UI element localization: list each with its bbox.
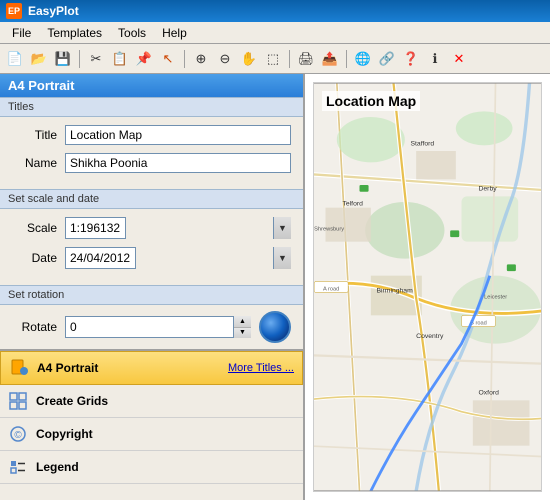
name-label: Name <box>12 156 57 170</box>
title-bar: EP EasyPlot <box>0 0 550 22</box>
name-row: Name <box>12 153 291 173</box>
menu-bar: File Templates Tools Help <box>0 22 550 44</box>
map-title: Location Map <box>322 91 420 111</box>
scale-label: Scale <box>12 221 57 235</box>
info-button[interactable]: ℹ <box>424 48 446 70</box>
copyright-label: Copyright <box>36 427 295 441</box>
menu-help[interactable]: Help <box>154 24 195 42</box>
svg-text:A road: A road <box>323 286 339 292</box>
svg-text:Derby: Derby <box>479 186 498 193</box>
svg-text:Leicester: Leicester <box>484 294 507 300</box>
separator-3 <box>289 50 290 68</box>
more-titles-link[interactable]: More Titles ... <box>228 362 294 374</box>
date-wrapper: 24/04/2012 ▼ <box>65 247 291 269</box>
save-button[interactable]: 💾 <box>52 48 74 70</box>
separator-1 <box>79 50 80 68</box>
cut-button[interactable]: ✂ <box>85 48 107 70</box>
a4-portrait-label: A4 Portrait <box>37 361 228 375</box>
title-input[interactable] <box>65 125 291 145</box>
titles-form: Title Name <box>0 117 303 189</box>
date-select[interactable]: 24/04/2012 <box>65 247 136 269</box>
rotation-form: Rotate ▲ ▼ <box>0 305 303 349</box>
a4-portrait-icon <box>9 358 29 378</box>
title-label: Title <box>12 128 57 142</box>
rotate-wrapper: ▲ ▼ <box>65 316 251 338</box>
pan-button[interactable]: ✋ <box>238 48 260 70</box>
help-button[interactable]: ❓ <box>400 48 422 70</box>
rotate-input[interactable] <box>65 316 251 338</box>
scale-arrow-icon: ▼ <box>273 217 291 239</box>
bottom-list: A4 Portrait More Titles ... Create Grids <box>0 349 303 500</box>
left-panel: A4 Portrait Titles Title Name Set scale … <box>0 74 305 500</box>
paste-button[interactable]: 📌 <box>133 48 155 70</box>
list-item-a4-portrait[interactable]: A4 Portrait More Titles ... <box>0 351 303 385</box>
spin-buttons: ▲ ▼ <box>233 316 251 338</box>
separator-4 <box>346 50 347 68</box>
title-row: Title <box>12 125 291 145</box>
svg-text:Shrewsbury: Shrewsbury <box>314 226 344 232</box>
menu-tools[interactable]: Tools <box>110 24 154 42</box>
svg-text:Coventry: Coventry <box>416 333 444 340</box>
map-svg: A road B road Telford Stafford Derby Bir… <box>314 83 541 491</box>
scale-select[interactable]: 1:196132 <box>65 217 126 239</box>
main-layout: A4 Portrait Titles Title Name Set scale … <box>0 74 550 500</box>
scale-row: Scale 1:196132 ▼ <box>12 217 291 239</box>
legend-icon <box>8 457 28 477</box>
cursor-button[interactable]: ↖ <box>157 48 179 70</box>
svg-text:Stafford: Stafford <box>411 140 435 147</box>
scale-date-form: Scale 1:196132 ▼ Date 24/04/2012 ▼ <box>0 209 303 285</box>
titles-section-label: Titles <box>0 97 303 117</box>
app-icon: EP <box>6 3 22 19</box>
date-label: Date <box>12 251 57 265</box>
spin-up-button[interactable]: ▲ <box>234 316 251 328</box>
toolbar: 📄 📂 💾 ✂ 📋 📌 ↖ ⊕ ⊖ ✋ ⬚ 🖨 📤 🌐 🔗 ❓ ℹ ✕ <box>0 44 550 74</box>
right-panel: Location Map <box>305 74 550 500</box>
svg-text:Birmingham: Birmingham <box>377 288 414 295</box>
date-row: Date 24/04/2012 ▼ <box>12 247 291 269</box>
close-button[interactable]: ✕ <box>448 48 470 70</box>
map-frame: Location Map <box>313 82 542 492</box>
svg-text:Telford: Telford <box>343 200 364 207</box>
open-button[interactable]: 📂 <box>28 48 50 70</box>
svg-text:Oxford: Oxford <box>479 390 500 397</box>
svg-text:©: © <box>14 430 22 441</box>
copyright-icon: © <box>8 424 28 444</box>
rotation-section-label: Set rotation <box>0 285 303 305</box>
legend-label: Legend <box>36 460 295 474</box>
name-input[interactable] <box>65 153 291 173</box>
panel-header: A4 Portrait <box>0 74 303 97</box>
network-button[interactable]: 🔗 <box>376 48 398 70</box>
create-grids-icon <box>8 391 28 411</box>
new-button[interactable]: 📄 <box>4 48 26 70</box>
copy-button[interactable]: 📋 <box>109 48 131 70</box>
globe-icon <box>259 311 291 343</box>
scale-date-section-label: Set scale and date <box>0 189 303 209</box>
list-item-copyright[interactable]: © Copyright <box>0 418 303 451</box>
app-title: EasyPlot <box>28 4 79 18</box>
list-item-create-grids[interactable]: Create Grids <box>0 385 303 418</box>
print-button[interactable]: 🖨 <box>295 48 317 70</box>
zoom-in-button[interactable]: ⊕ <box>190 48 212 70</box>
menu-file[interactable]: File <box>4 24 39 42</box>
list-item-legend[interactable]: Legend <box>0 451 303 484</box>
separator-2 <box>184 50 185 68</box>
zoom-out-button[interactable]: ⊖ <box>214 48 236 70</box>
scale-wrapper: 1:196132 ▼ <box>65 217 291 239</box>
create-grids-label: Create Grids <box>36 394 295 408</box>
globe-button[interactable]: 🌐 <box>352 48 374 70</box>
menu-templates[interactable]: Templates <box>39 24 110 42</box>
export-button[interactable]: 📤 <box>319 48 341 70</box>
rotate-label: Rotate <box>12 320 57 334</box>
select-button[interactable]: ⬚ <box>262 48 284 70</box>
panel-title: A4 Portrait <box>8 78 74 93</box>
date-arrow-icon: ▼ <box>273 247 291 269</box>
spin-down-button[interactable]: ▼ <box>234 328 251 339</box>
